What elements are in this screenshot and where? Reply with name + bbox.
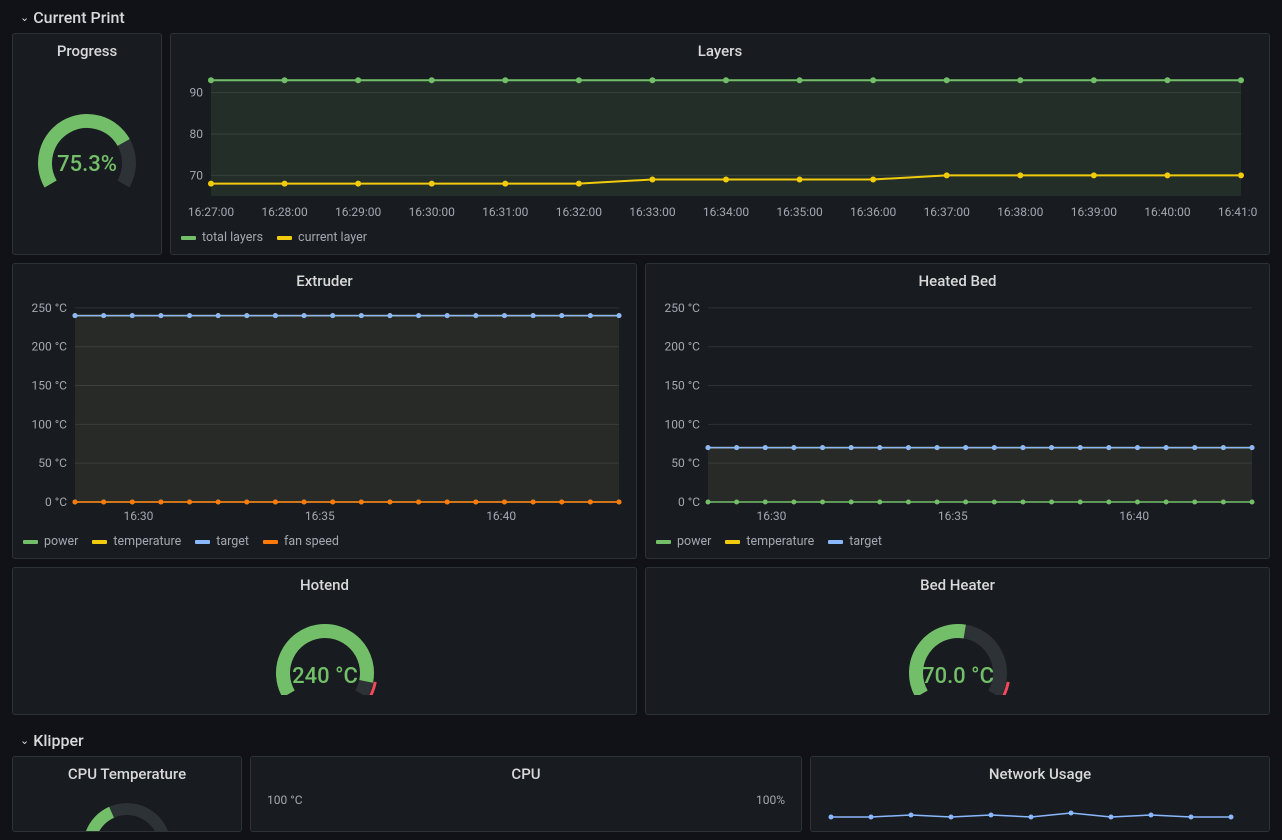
- svg-text:100 °C: 100 °C: [664, 417, 700, 431]
- cpu-axis-labels: 100 °C 100%: [251, 787, 801, 813]
- svg-text:16:30: 16:30: [124, 509, 154, 523]
- svg-text:150 °C: 150 °C: [31, 379, 67, 393]
- svg-text:16:30: 16:30: [757, 509, 787, 523]
- svg-text:150 °C: 150 °C: [664, 379, 700, 393]
- panel-progress[interactable]: Progress 75.3%: [12, 33, 162, 255]
- svg-text:16:41:00: 16:41:00: [1218, 205, 1257, 219]
- svg-text:80: 80: [190, 127, 204, 141]
- section-header-current-print[interactable]: ⌄ Current Print: [0, 0, 1282, 33]
- panel-bed-heater[interactable]: Bed Heater 70.0 °C: [645, 567, 1270, 715]
- panel-title: CPU Temperature: [13, 757, 241, 787]
- gauge-progress: 75.3%: [13, 64, 161, 254]
- gauge-hotend: 240 °C: [13, 598, 636, 714]
- gauge-bed-heater: 70.0 °C: [646, 598, 1269, 714]
- legend-heated-bed: power temperature target: [646, 528, 1269, 555]
- gauge-value: 70.0 °C: [922, 664, 994, 689]
- panel-title: Bed Heater: [646, 568, 1269, 598]
- svg-text:16:38:00: 16:38:00: [997, 205, 1044, 219]
- legend-item[interactable]: temperature: [725, 534, 814, 549]
- panel-title: Network Usage: [811, 757, 1269, 787]
- panel-extruder[interactable]: Extruder 0 °C 50 °C 100 °C 150 °C 200 °C 250 …: [12, 263, 637, 559]
- chart-layers: 70 80 90 16:27:00 16:28:00 16:29:00 16:30:00 16…: [171, 64, 1257, 224]
- svg-text:50 °C: 50 °C: [38, 456, 67, 470]
- svg-text:70: 70: [190, 168, 204, 182]
- panel-title: Extruder: [13, 264, 636, 294]
- legend-item[interactable]: target: [195, 534, 249, 549]
- svg-text:0 °C: 0 °C: [45, 495, 67, 509]
- chart-network: [811, 787, 1270, 827]
- section-header-klipper[interactable]: ⌄ Klipper: [0, 723, 1282, 756]
- svg-text:250 °C: 250 °C: [664, 301, 700, 315]
- svg-text:16:28:00: 16:28:00: [261, 205, 308, 219]
- svg-text:0 °C: 0 °C: [678, 495, 700, 509]
- panel-network-usage[interactable]: Network Usage: [810, 756, 1270, 832]
- legend-item[interactable]: power: [656, 534, 711, 549]
- svg-text:16:37:00: 16:37:00: [924, 205, 971, 219]
- chart-extruder: 0 °C 50 °C 100 °C 150 °C 200 °C 250 °C 16:30 16…: [13, 294, 633, 528]
- panel-title: Heated Bed: [646, 264, 1269, 294]
- panel-cpu-temperature[interactable]: CPU Temperature: [12, 756, 242, 832]
- panel-hotend[interactable]: Hotend 240 °C: [12, 567, 637, 715]
- svg-text:16:27:00: 16:27:00: [188, 205, 235, 219]
- panel-title: Progress: [13, 34, 161, 64]
- panel-title: Layers: [171, 34, 1269, 64]
- panel-heated-bed[interactable]: Heated Bed 0 °C 50 °C 100 °C 150 °C 200 °C 25…: [645, 263, 1270, 559]
- chevron-down-icon: ⌄: [20, 734, 29, 747]
- legend-item[interactable]: target: [828, 534, 882, 549]
- svg-text:16:33:00: 16:33:00: [629, 205, 676, 219]
- svg-text:200 °C: 200 °C: [664, 340, 700, 354]
- panel-title: Hotend: [13, 568, 636, 598]
- svg-text:16:29:00: 16:29:00: [335, 205, 382, 219]
- svg-text:16:40: 16:40: [486, 509, 516, 523]
- panel-title: CPU: [251, 757, 801, 787]
- svg-text:16:30:00: 16:30:00: [409, 205, 456, 219]
- legend-item[interactable]: fan speed: [263, 534, 339, 549]
- gauge-value: 240 °C: [292, 664, 358, 689]
- chevron-down-icon: ⌄: [20, 11, 29, 24]
- svg-text:16:40:00: 16:40:00: [1144, 205, 1191, 219]
- svg-text:16:35: 16:35: [938, 509, 968, 523]
- legend-item[interactable]: current layer: [277, 230, 367, 245]
- svg-text:100 °C: 100 °C: [31, 417, 67, 431]
- svg-text:16:32:00: 16:32:00: [556, 205, 603, 219]
- legend-item[interactable]: power: [23, 534, 78, 549]
- legend-item[interactable]: total layers: [181, 230, 263, 245]
- svg-text:16:35:00: 16:35:00: [776, 205, 823, 219]
- section-title: Klipper: [33, 731, 83, 750]
- gauge-value: 75.3%: [57, 152, 117, 177]
- svg-text:16:40: 16:40: [1119, 509, 1149, 523]
- svg-text:250 °C: 250 °C: [31, 301, 67, 315]
- svg-text:16:34:00: 16:34:00: [703, 205, 750, 219]
- legend-item[interactable]: temperature: [92, 534, 181, 549]
- svg-text:16:39:00: 16:39:00: [1071, 205, 1118, 219]
- svg-text:16:31:00: 16:31:00: [482, 205, 529, 219]
- svg-text:50 °C: 50 °C: [671, 456, 700, 470]
- svg-text:16:36:00: 16:36:00: [850, 205, 897, 219]
- gauge-cpu-temp: [13, 787, 241, 832]
- legend-extruder: power temperature target fan speed: [13, 528, 636, 555]
- chart-heated-bed: 0 °C 50 °C 100 °C 150 °C 200 °C 250 °C 16:30 16…: [646, 294, 1266, 528]
- section-title: Current Print: [33, 8, 124, 27]
- svg-text:16:35: 16:35: [305, 509, 335, 523]
- svg-text:90: 90: [190, 86, 204, 100]
- svg-text:200 °C: 200 °C: [31, 340, 67, 354]
- legend-layers: total layers current layer: [171, 224, 1269, 251]
- panel-layers[interactable]: Layers 70 80 90 16:27:00 16:28:00 16:29:00 16:…: [170, 33, 1270, 255]
- panel-cpu[interactable]: CPU 100 °C 100%: [250, 756, 802, 832]
